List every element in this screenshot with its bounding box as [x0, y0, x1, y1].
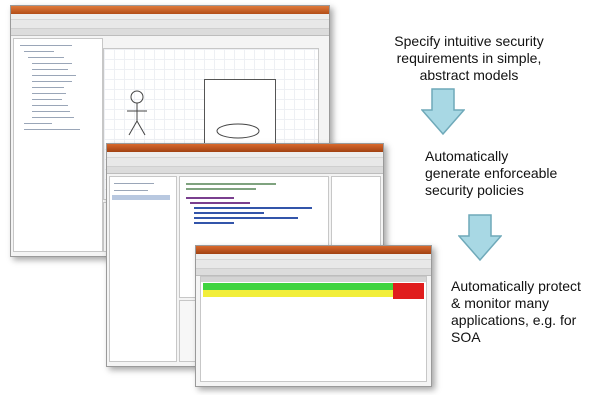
window-tabs — [107, 167, 383, 174]
callout-line: Automatically protect — [451, 278, 581, 294]
callout-specify-requirements: Specify intuitive security requirements … — [366, 33, 572, 84]
window-toolbar — [11, 20, 329, 29]
callout-line: abstract models — [419, 67, 519, 83]
callout-line: Specify intuitive security — [394, 33, 544, 49]
window-titlebar — [107, 144, 383, 152]
window-titlebar — [11, 6, 329, 14]
down-arrow-icon — [421, 88, 465, 136]
callout-line: generate enforceable — [425, 165, 558, 181]
callout-line: & monitor many — [451, 295, 550, 311]
table-header-row — [201, 277, 426, 282]
window-toolbar — [196, 260, 431, 269]
window-tabs — [11, 29, 329, 36]
status-row-green — [203, 283, 393, 290]
project-tree-panel — [109, 176, 177, 362]
status-alert-cell — [393, 283, 424, 299]
callout-line: security policies — [425, 182, 524, 198]
monitoring-table — [200, 276, 427, 382]
down-arrow-icon — [458, 214, 502, 262]
monitoring-dashboard-screenshot — [195, 245, 432, 387]
package-explorer-panel — [13, 38, 103, 252]
status-row-yellow — [203, 290, 393, 297]
actor-icon — [127, 90, 147, 136]
callout-line: requirements in simple, — [396, 50, 542, 66]
callout-protect-monitor: Automatically protect & monitor many app… — [451, 278, 601, 346]
callout-generate-policies: Automatically generate enforceable secur… — [425, 148, 600, 199]
window-toolbar — [107, 158, 383, 167]
window-titlebar — [196, 246, 431, 254]
callout-line: Automatically — [425, 148, 509, 164]
callout-line: SOA — [451, 329, 481, 345]
use-case-ellipse-icon — [216, 123, 260, 139]
callout-line: applications, e.g. for — [451, 312, 577, 328]
window-tabs — [196, 269, 431, 276]
